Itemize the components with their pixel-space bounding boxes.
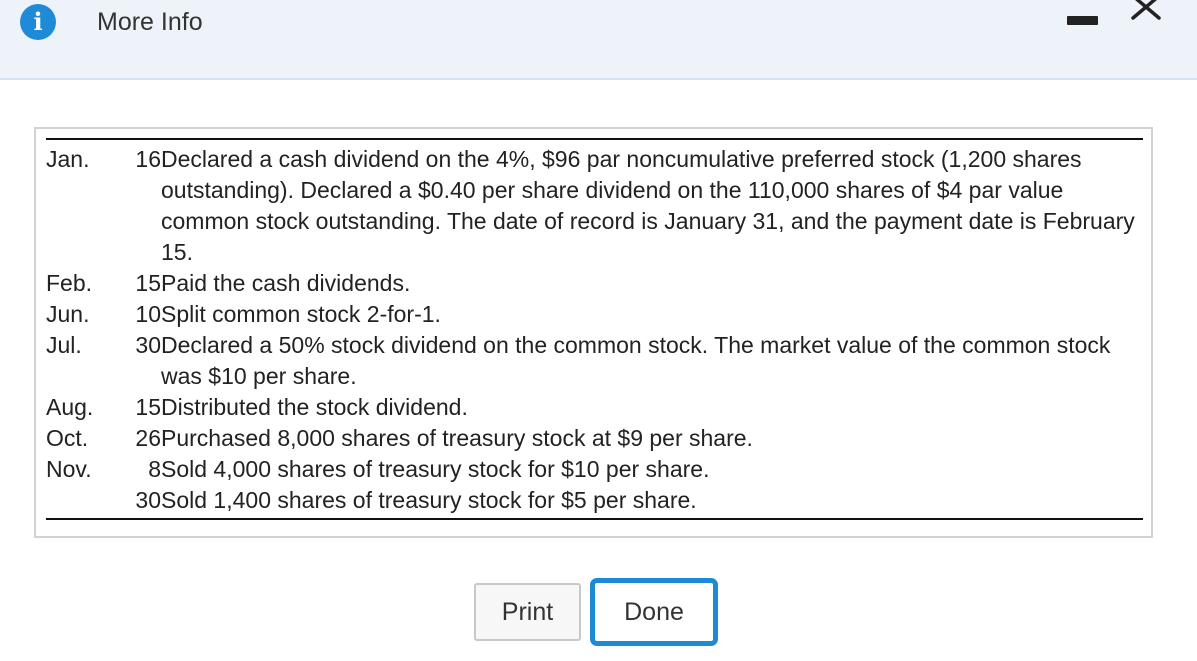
month-cell: Feb.: [46, 270, 93, 296]
description-cell: Distributed the stock dividend.: [161, 394, 468, 420]
month-cell: [46, 485, 129, 519]
month-cell: Oct.: [46, 425, 89, 451]
month-cell: Jul.: [46, 332, 82, 358]
day-cell: 10: [135, 301, 161, 327]
day-cell: 15: [135, 270, 161, 296]
description-cell: Sold 1,400 shares of treasury stock for …: [161, 487, 697, 513]
table-row: Jun. 10 Split common stock 2-for-1.: [46, 299, 1143, 330]
table-row: Jan. 16 Declared a cash dividend on the …: [46, 139, 1143, 268]
info-panel: Jan. 16 Declared a cash dividend on the …: [34, 127, 1153, 538]
events-table: Jan. 16 Declared a cash dividend on the …: [46, 138, 1143, 520]
close-icon: [1131, 0, 1161, 20]
description-cell: Purchased 8,000 shares of treasury stock…: [161, 425, 753, 451]
info-icon: i: [20, 4, 56, 40]
day-cell: 30: [135, 487, 161, 513]
table-row: Oct. 26 Purchased 8,000 shares of treasu…: [46, 423, 1143, 454]
dialog-header: i More Info: [0, 0, 1197, 80]
day-cell: 26: [135, 425, 161, 451]
table-row: Nov. 8 Sold 4,000 shares of treasury sto…: [46, 454, 1143, 485]
table-row: Feb. 15 Paid the cash dividends.: [46, 268, 1143, 299]
description-cell: Paid the cash dividends.: [161, 270, 411, 296]
table-row: Aug. 15 Distributed the stock dividend.: [46, 392, 1143, 423]
month-cell: Jun.: [46, 301, 90, 327]
description-cell: Sold 4,000 shares of treasury stock for …: [161, 456, 710, 482]
description-cell: Split common stock 2-for-1.: [161, 301, 441, 327]
table-row: Jul. 30 Declared a 50% stock dividend on…: [46, 330, 1143, 392]
month-cell: Nov.: [46, 456, 92, 482]
description-cell: Declared a cash dividend on the 4%, $96 …: [161, 146, 1135, 265]
day-cell: 15: [135, 394, 161, 420]
month-cell: Aug.: [46, 394, 94, 420]
month-cell: Jan.: [46, 146, 90, 172]
minimize-icon: [1067, 16, 1098, 25]
minimize-button[interactable]: [1062, 4, 1108, 34]
table-row: 30 Sold 1,400 shares of treasury stock f…: [46, 485, 1143, 519]
print-button[interactable]: Print: [474, 583, 581, 641]
day-cell: 8: [148, 456, 161, 482]
description-cell: Declared a 50% stock dividend on the com…: [161, 332, 1111, 389]
done-button[interactable]: Done: [590, 578, 718, 646]
close-button[interactable]: [1125, 0, 1175, 26]
dialog-title: More Info: [97, 8, 203, 36]
day-cell: 30: [135, 332, 161, 358]
day-cell: 16: [135, 146, 161, 172]
